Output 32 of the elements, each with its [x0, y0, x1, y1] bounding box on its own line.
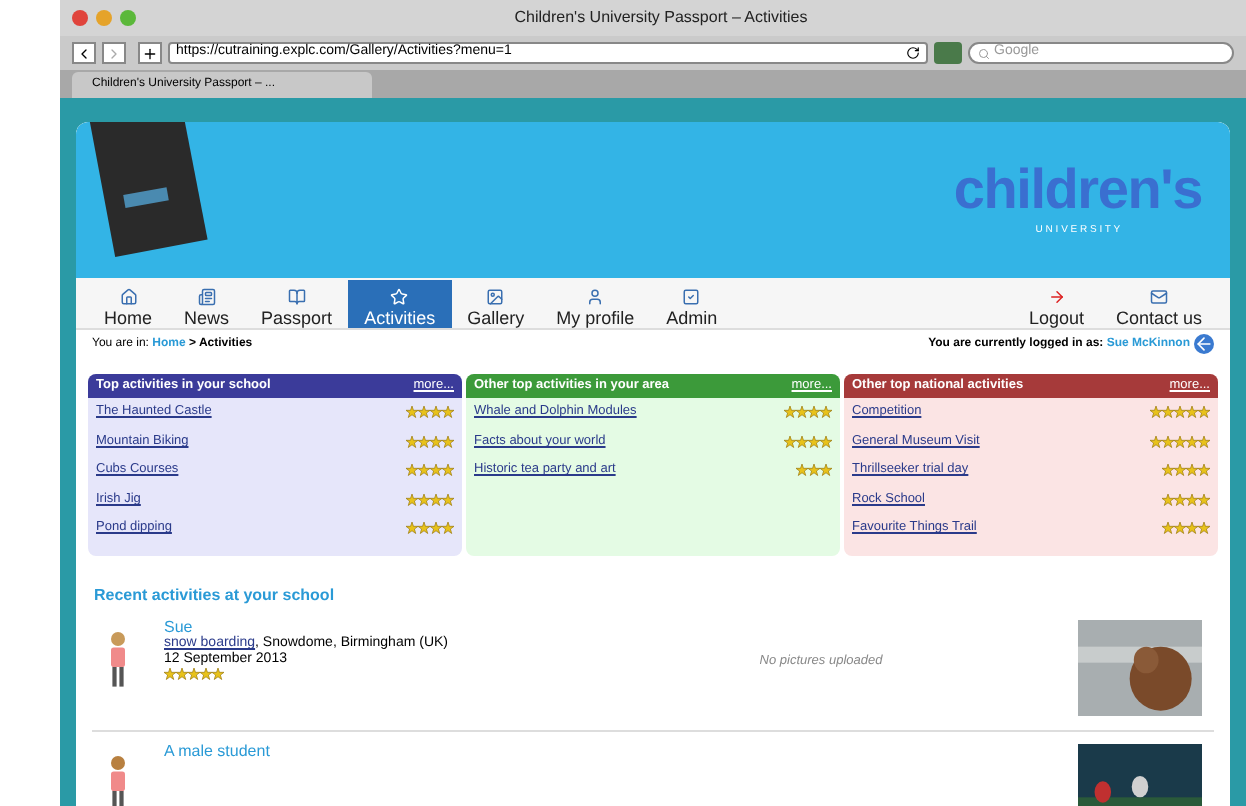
- checkbox-icon: [682, 288, 701, 306]
- nav-tab[interactable]: Home: [88, 280, 169, 328]
- nav-tab[interactable]: Contact us: [1099, 280, 1218, 328]
- home-icon: [119, 288, 137, 306]
- nav-tab[interactable]: Passport: [245, 280, 349, 328]
- search-icon: [978, 47, 990, 59]
- logout-icon: [1047, 288, 1066, 306]
- newspaper-icon: [197, 288, 216, 306]
- person-icon: [586, 288, 605, 306]
- student-name: A male student: [164, 744, 272, 760]
- nav-tab[interactable]: News: [168, 280, 246, 328]
- book-icon: [287, 288, 306, 306]
- back-button[interactable]: [72, 42, 96, 64]
- new-tab-button[interactable]: [138, 42, 162, 64]
- back-icon: [76, 45, 92, 61]
- forward-icon: [106, 45, 122, 61]
- logo-wordmark: children's: [953, 161, 1202, 218]
- nav-tab[interactable]: My profile: [540, 280, 651, 328]
- reload-icon[interactable]: [906, 46, 920, 60]
- plus-icon: [142, 45, 158, 61]
- star-icon: [390, 288, 409, 306]
- nav-tab[interactable]: Gallery: [451, 280, 541, 328]
- window-title: Children's University Passport – Activities: [512, 6, 810, 30]
- forward-button[interactable]: [102, 42, 126, 64]
- close-button[interactable]: [72, 10, 88, 26]
- image-icon: [486, 288, 505, 306]
- nav-tab[interactable]: Activities: [348, 280, 452, 328]
- mail-icon: [1149, 288, 1168, 306]
- student-name: Sue: [164, 620, 195, 636]
- nav-tab[interactable]: Logout: [1012, 280, 1100, 328]
- nav-tab[interactable]: Admin: [650, 280, 734, 328]
- section-heading: Recent activities at your school: [92, 584, 337, 608]
